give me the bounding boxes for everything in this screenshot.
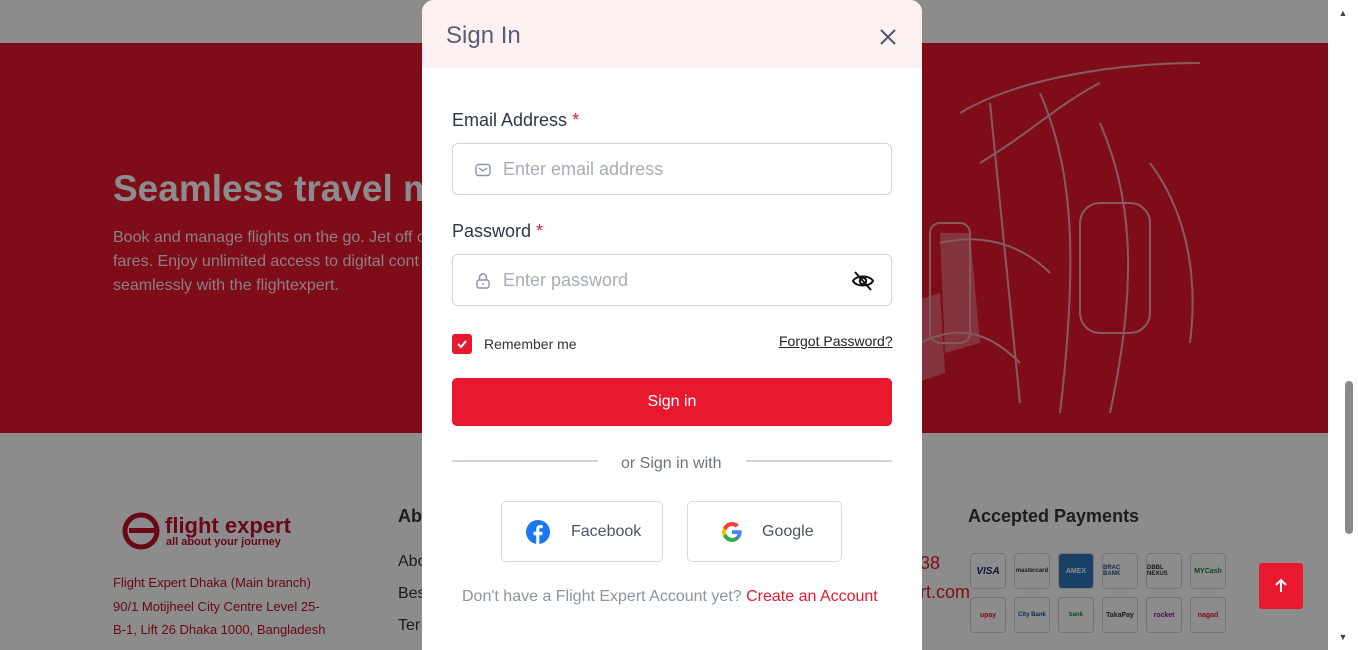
facebook-icon xyxy=(526,519,550,544)
or-sign-in-with-text: or Sign in with xyxy=(621,455,722,472)
scroll-up-arrow-icon[interactable]: ▲ xyxy=(1337,8,1349,18)
password-label-text: Password xyxy=(452,221,532,241)
forgot-password-link[interactable]: Forgot Password? xyxy=(779,333,893,349)
required-mark: * xyxy=(536,221,544,241)
remember-me-checkbox[interactable]: Remember me xyxy=(452,334,577,354)
password-input[interactable] xyxy=(503,267,833,293)
email-label-text: Email Address xyxy=(452,110,568,130)
close-icon[interactable] xyxy=(876,25,900,49)
checkbox-checked[interactable] xyxy=(452,334,472,354)
google-label: Google xyxy=(762,522,814,540)
facebook-sign-in-button[interactable]: Facebook xyxy=(501,501,663,562)
modal-title: Sign In xyxy=(446,22,521,49)
google-icon xyxy=(722,521,742,542)
facebook-label: Facebook xyxy=(571,522,642,540)
arrow-up-icon xyxy=(1275,578,1287,592)
scroll-down-arrow-icon[interactable]: ▼ xyxy=(1337,632,1349,642)
required-mark: * xyxy=(572,110,580,130)
email-label: Email Address * xyxy=(452,110,579,131)
scroll-to-top-button[interactable] xyxy=(1259,563,1303,609)
no-account-text: Don't have a Flight Expert Account yet? xyxy=(462,588,742,605)
eye-off-icon[interactable] xyxy=(851,270,875,292)
page-scrollbar[interactable]: ▲ ▼ xyxy=(1328,0,1358,650)
remember-me-label: Remember me xyxy=(484,336,577,352)
google-sign-in-button[interactable]: Google xyxy=(687,501,842,562)
scroll-thumb[interactable] xyxy=(1345,381,1353,534)
modal-header: Sign In xyxy=(422,0,922,68)
email-field[interactable] xyxy=(452,143,892,195)
password-field[interactable] xyxy=(452,254,892,306)
sign-in-button[interactable]: Sign in xyxy=(452,378,892,426)
create-account-prompt: Don't have a Flight Expert Account yet? … xyxy=(462,588,878,606)
create-account-link[interactable]: Create an Account xyxy=(746,588,878,605)
password-label: Password * xyxy=(452,221,543,242)
sign-in-modal: Sign In Email Address * Password * xyxy=(422,0,922,650)
mail-icon xyxy=(475,163,491,177)
lock-icon xyxy=(476,273,490,289)
divider-left xyxy=(452,460,598,462)
divider-right xyxy=(746,460,892,462)
email-input[interactable] xyxy=(503,156,833,182)
check-icon xyxy=(457,340,467,349)
